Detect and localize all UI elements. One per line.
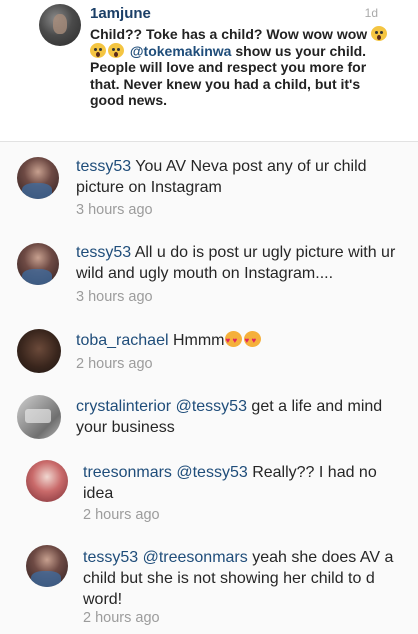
- heart-eyes-icon: [224, 330, 242, 351]
- post-author-avatar[interactable]: [39, 4, 81, 46]
- treesonmars-avatar[interactable]: [26, 460, 68, 502]
- original-post: 1amjune 1d Child?? Toke has a child? Wow…: [0, 0, 418, 142]
- comment-timestamp: 2 hours ago: [83, 507, 160, 523]
- comment-text: tessy53 You AV Neva post any of ur child…: [76, 156, 396, 198]
- tessy53-avatar[interactable]: [26, 545, 68, 587]
- comment-timestamp: 2 hours ago: [83, 610, 160, 626]
- post-caption: Child?? Toke has a child? Wow wow wow @t…: [90, 26, 390, 109]
- post-timestamp: 1d: [364, 6, 378, 20]
- post-caption-text: Child?? Toke has a child? Wow wow wow: [90, 26, 372, 42]
- heart-eyes-icon: [243, 330, 261, 351]
- comment-timestamp: 2 hours ago: [76, 356, 153, 372]
- face-screaming-icon: [371, 26, 388, 41]
- post-mention-link[interactable]: @tokemakinwa: [130, 43, 232, 59]
- comment-username[interactable]: crystalinterior: [76, 398, 171, 415]
- toba-rachael-avatar[interactable]: [17, 329, 61, 373]
- face-screaming-icon: [90, 42, 106, 58]
- comment-timestamp: 3 hours ago: [76, 289, 153, 305]
- tessy53-avatar[interactable]: [17, 243, 59, 285]
- face-screaming-icon: [108, 42, 124, 58]
- tessy53-avatar[interactable]: [17, 157, 59, 199]
- comment-text: tessy53 @treesonmars yeah she does AV a …: [83, 547, 408, 610]
- comment-text: crystalinterior @tessy53 get a life and …: [76, 396, 406, 438]
- comment-username[interactable]: tessy53: [76, 244, 131, 261]
- comment-text: toba_rachael Hmmm: [76, 330, 396, 351]
- comment-text: tessy53 All u do is post ur ugly picture…: [76, 242, 406, 284]
- comment-username[interactable]: treesonmars: [83, 464, 172, 481]
- comment-mention-link[interactable]: @tessy53: [172, 464, 247, 481]
- comment-text: treesonmars @tessy53 Really?? I had no i…: [83, 462, 383, 504]
- post-author-username[interactable]: 1amjune: [90, 5, 151, 22]
- comment-mention-link[interactable]: @treesonmars: [138, 549, 248, 566]
- crystalinterior-avatar[interactable]: [17, 395, 61, 439]
- comment-body: Hmmm: [168, 332, 225, 349]
- comment-username[interactable]: tessy53: [83, 549, 138, 566]
- comment-username[interactable]: tessy53: [76, 158, 131, 175]
- comment-mention-link[interactable]: @tessy53: [171, 398, 247, 415]
- comment-username[interactable]: toba_rachael: [76, 332, 169, 349]
- comment-timestamp: 3 hours ago: [76, 202, 153, 218]
